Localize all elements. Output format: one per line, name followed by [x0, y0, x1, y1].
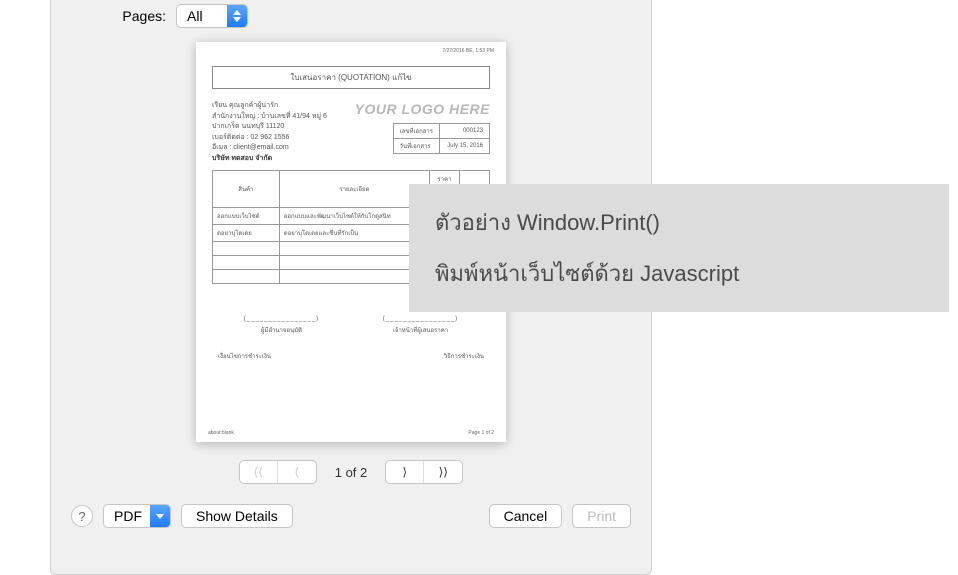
addr-line: ปากเกร็ด นนทบุรี 11120	[212, 122, 327, 133]
addr-line: เรียน คุณลูกค้าผู้น่ารัก	[212, 101, 327, 112]
cell: ออกแบบเว็บไซต์	[213, 208, 280, 225]
pdf-dropdown[interactable]: PDF	[103, 504, 171, 528]
chevron-double-right-icon: ⟩⟩	[439, 465, 448, 479]
signature-right: (________________) เจ้าหน้าที่ผู้เสนอราค…	[383, 316, 458, 335]
cell: ดอยาบุโตเดย	[213, 225, 280, 242]
help-button[interactable]: ?	[71, 505, 93, 527]
meta-value: July 15, 2016	[440, 139, 490, 154]
chevron-left-icon: ⟨	[294, 465, 299, 479]
question-icon: ?	[78, 509, 85, 524]
company-name: บริษัท ทดสอบ จำกัด	[212, 154, 327, 165]
logo-placeholder: YOUR LOGO HERE	[355, 101, 490, 117]
col-header: สินค้า	[213, 171, 280, 208]
cond-right: วิธีการชำระเงิน	[444, 351, 484, 361]
meta-label: เลขที่เอกสาร	[393, 124, 439, 139]
pager-last-button[interactable]: ⟩⟩	[424, 461, 462, 483]
table-row: เลขที่เอกสาร 000123	[393, 124, 489, 139]
addr-line: อีเมล : client@email.com	[212, 143, 327, 154]
doc-meta-table: เลขที่เอกสาร 000123 วันที่เอกสาร July 15…	[393, 123, 490, 154]
pages-label: Pages:	[51, 8, 166, 24]
pages-row: Pages: All	[51, 0, 651, 28]
signature-left: (________________) ผู้มีอำนาจอนุมัติ	[244, 316, 319, 335]
pager-label: 1 of 2	[335, 465, 368, 480]
cancel-button[interactable]: Cancel	[489, 504, 563, 528]
chevron-double-left-icon: ⟨⟨	[254, 465, 263, 479]
caption-overlay: ตัวอย่าง Window.Print() พิมพ์หน้าเว็บไซต…	[409, 184, 949, 312]
sig-label: เจ้าหน้าที่ผู้เสนอราคา	[383, 325, 458, 335]
pdf-label: PDF	[104, 505, 150, 527]
pager-forward-group: ⟩ ⟩⟩	[385, 460, 463, 484]
chevron-down-icon	[150, 505, 170, 527]
doc-footer-right: Page 1 of 2	[468, 430, 494, 436]
cell: ออกแบบและพัฒนาเว็บไซต์ให้กับโกดูสนิท	[279, 208, 429, 225]
doc-footer-left: about:blank	[208, 430, 234, 436]
addr-line: สำนักงานใหญ่ : บ้านเลขที่ 41/94 หมู่ 6	[212, 112, 327, 123]
doc-address: เรียน คุณลูกค้าผู้น่ารัก สำนักงานใหญ่ : …	[212, 101, 327, 164]
meta-label: วันที่เอกสาร	[393, 139, 439, 154]
pages-select[interactable]: All	[176, 4, 248, 28]
updown-icon	[227, 5, 247, 27]
pager: ⟨⟨ ⟨ 1 of 2 ⟩ ⟩⟩	[239, 460, 464, 484]
print-button[interactable]: Print	[572, 504, 631, 528]
chevron-right-icon: ⟩	[402, 465, 407, 479]
pages-select-value: All	[177, 5, 227, 27]
caption-line-1: ตัวอย่าง Window.Print()	[435, 205, 923, 240]
sig-label: ผู้มีอำนาจอนุมัติ	[244, 325, 319, 335]
doc-timestamp: 7/27/2016 BE, 1:53 PM	[442, 48, 494, 54]
col-header: รายละเอียด	[279, 171, 429, 208]
pager-prev-button[interactable]: ⟨	[278, 461, 316, 483]
caption-line-2: พิมพ์หน้าเว็บไซต์ด้วย Javascript	[435, 256, 923, 291]
dialog-buttons: ? PDF Show Details Cancel Print	[51, 484, 651, 528]
show-details-button[interactable]: Show Details	[181, 504, 293, 528]
cell: ดอยาบุโตเดยและชื่นที่รักเป็น	[279, 225, 429, 242]
pager-back-group: ⟨⟨ ⟨	[239, 460, 317, 484]
meta-value: 000123	[440, 124, 490, 139]
pager-next-button[interactable]: ⟩	[386, 461, 424, 483]
table-row: วันที่เอกสาร July 15, 2016	[393, 139, 489, 154]
doc-title: ใบเสนอราคา (QUOTATION) แก้ไข	[212, 66, 490, 89]
pager-first-button[interactable]: ⟨⟨	[240, 461, 278, 483]
cond-left: เงื่อนไขการชำระเงิน	[218, 351, 271, 361]
addr-line: เบอร์ติดต่อ : 02 962 1556	[212, 133, 327, 144]
